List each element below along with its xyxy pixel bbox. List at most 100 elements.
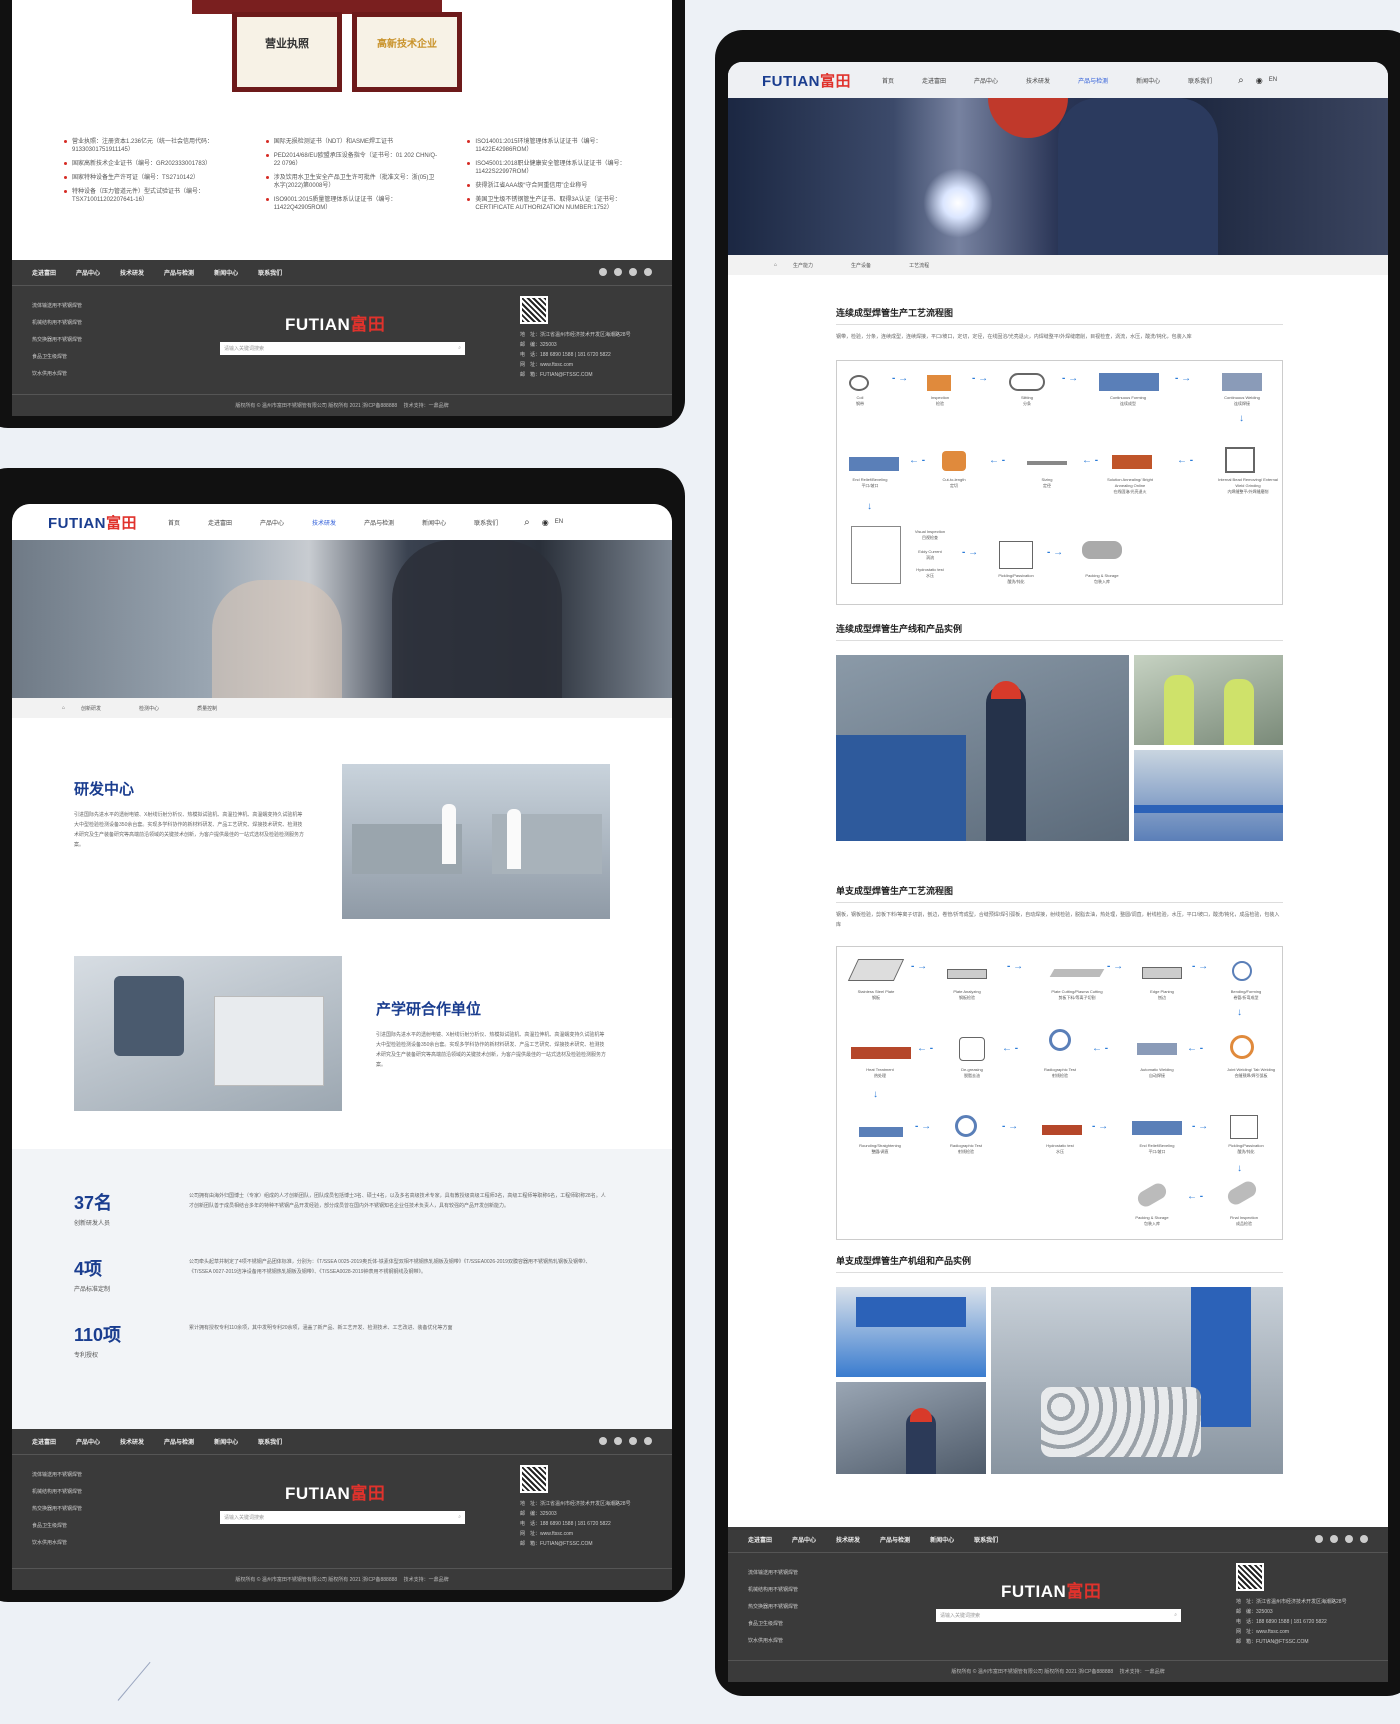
wechat-icon[interactable] (629, 1437, 637, 1445)
flow-arrow: ← - (989, 455, 1006, 466)
breadcrumb-item[interactable]: 检测中心 (139, 705, 159, 712)
footer-link[interactable]: 饮水供用水焊管 (32, 366, 82, 383)
footer-nav-item[interactable]: 产品与检测 (164, 1437, 194, 1446)
nav-item[interactable]: 联系我们 (474, 518, 498, 527)
contact-email[interactable]: 邮 箱：FUTIAN@FTSSC.COM (1236, 1637, 1347, 1647)
footer-link[interactable]: 食品卫生级焊管 (748, 1616, 798, 1633)
footer-link[interactable]: 机械结构用不锈钢焊管 (32, 315, 82, 332)
qq-icon[interactable] (644, 268, 652, 276)
footer-link[interactable]: 饮水供用水焊管 (748, 1633, 798, 1650)
home-icon[interactable]: ⌂ (774, 262, 777, 268)
footer-nav-item[interactable]: 产品中心 (792, 1535, 816, 1544)
nav-item-active[interactable]: 产品与检测 (1078, 76, 1108, 85)
footer-search-input[interactable]: 请输入关键词搜索 ⌕ (936, 1609, 1181, 1622)
footer-link[interactable]: 热交换器用不锈钢焊管 (32, 1501, 82, 1518)
footer-nav-item[interactable]: 新闻中心 (930, 1535, 954, 1544)
language-switch[interactable]: EN (1269, 77, 1277, 83)
footer-nav-item[interactable]: 走进富田 (748, 1535, 772, 1544)
contact-email[interactable]: 邮 箱：FUTIAN@FTSSC.COM (520, 1539, 631, 1549)
weibo-icon[interactable] (614, 1437, 622, 1445)
search-icon[interactable]: ⌕ (1174, 1612, 1177, 1618)
contact-email[interactable]: 邮 箱：FUTIAN@FTSSC.COM (520, 370, 631, 380)
footer-nav-item[interactable]: 产品中心 (76, 268, 100, 277)
nav-item[interactable]: 首页 (882, 76, 894, 85)
footer-nav-item[interactable]: 走进富田 (32, 1437, 56, 1446)
footer-link[interactable]: 热交换器用不锈钢焊管 (748, 1599, 798, 1616)
footer-link[interactable]: 流体输送用不锈钢焊管 (32, 298, 82, 315)
breadcrumb-item[interactable]: 生产能力 (793, 262, 813, 269)
header-logo[interactable]: FUTIAN富田 (48, 512, 168, 533)
flow-stage-icon (1027, 461, 1067, 465)
language-switch[interactable]: EN (555, 519, 563, 525)
footer-link[interactable]: 食品卫生级焊管 (32, 1518, 82, 1535)
globe-icon[interactable]: ◉ (542, 518, 549, 527)
contact-website[interactable]: 网 址：www.ftssc.com (520, 360, 631, 370)
footer-nav-item[interactable]: 联系我们 (258, 268, 282, 277)
wechat-icon[interactable] (1345, 1535, 1353, 1543)
breadcrumb-item[interactable]: 生产设备 (851, 262, 871, 269)
search-icon[interactable]: ⌕ (458, 1514, 461, 1520)
qq-icon[interactable] (1360, 1535, 1368, 1543)
footer-nav-item[interactable]: 联系我们 (258, 1437, 282, 1446)
home-icon[interactable]: ⌂ (62, 705, 65, 711)
nav-item[interactable]: 走进富田 (208, 518, 232, 527)
breadcrumb-item[interactable]: 创新研发 (81, 705, 101, 712)
flow-arrow: - → (1175, 373, 1192, 384)
nav-item[interactable]: 新闻中心 (1136, 76, 1160, 85)
weibo-icon[interactable] (614, 268, 622, 276)
footer-nav-item[interactable]: 产品与检测 (880, 1535, 910, 1544)
search-icon[interactable]: ⌕ (524, 517, 530, 528)
footer-link[interactable]: 机械结构用不锈钢焊管 (32, 1484, 82, 1501)
contact-website[interactable]: 网 址：www.ftssc.com (520, 1529, 631, 1539)
footer-nav-item[interactable]: 新闻中心 (214, 268, 238, 277)
nav-item[interactable]: 新闻中心 (422, 518, 446, 527)
breadcrumb-item[interactable]: 工艺流程 (909, 262, 929, 269)
footer-link[interactable]: 热交换器用不锈钢焊管 (32, 332, 82, 349)
stat-desc: 公司拥有由海外归国博士（专家）组成的人才创新团队，团队成员包括博士3名、硕士4名… (189, 1193, 606, 1209)
nav-item[interactable]: 走进富田 (922, 76, 946, 85)
footer-nav-item[interactable]: 技术研发 (120, 1437, 144, 1446)
mobile-icon[interactable] (599, 268, 607, 276)
footer-link[interactable]: 流体输送用不锈钢焊管 (32, 1467, 82, 1484)
header-logo[interactable]: FUTIAN富田 (762, 70, 882, 91)
footer-nav-item[interactable]: 产品中心 (76, 1437, 100, 1446)
footer-link[interactable]: 食品卫生级焊管 (32, 349, 82, 366)
flow-stage-icon (1230, 1115, 1258, 1139)
footer-search-input[interactable]: 请输入关键词搜索 ⌕ (220, 1511, 465, 1524)
nav-item-active[interactable]: 技术研发 (312, 518, 336, 527)
search-icon[interactable]: ⌕ (1238, 75, 1244, 86)
flow-arrow: ← - (1187, 1043, 1204, 1054)
nav-item[interactable]: 联系我们 (1188, 76, 1212, 85)
flow-stage-icon (1222, 373, 1262, 391)
contact-website[interactable]: 网 址：www.ftssc.com (1236, 1627, 1347, 1637)
footer-nav-item[interactable]: 新闻中心 (214, 1437, 238, 1446)
wechat-icon[interactable] (629, 268, 637, 276)
globe-icon[interactable]: ◉ (1256, 76, 1263, 85)
qq-icon[interactable] (644, 1437, 652, 1445)
flow-label: Final Inspection 成品检验 (1229, 1215, 1258, 1226)
logo-cn: 富田 (350, 315, 386, 334)
flow-stage-icon (847, 959, 905, 981)
footer-nav-item[interactable]: 联系我们 (974, 1535, 998, 1544)
weibo-icon[interactable] (1330, 1535, 1338, 1543)
footer-nav-item[interactable]: 技术研发 (836, 1535, 860, 1544)
search-icon[interactable]: ⌕ (458, 345, 461, 351)
mobile-icon[interactable] (1315, 1535, 1323, 1543)
footer-link[interactable]: 流体输送用不锈钢焊管 (748, 1565, 798, 1582)
footer-nav-item[interactable]: 走进富田 (32, 268, 56, 277)
mobile-icon[interactable] (599, 1437, 607, 1445)
nav-item[interactable]: 技术研发 (1026, 76, 1050, 85)
footer-link[interactable]: 机械结构用不锈钢焊管 (748, 1582, 798, 1599)
footer-nav-item[interactable]: 技术研发 (120, 268, 144, 277)
footer-search-input[interactable]: 请输入关键词搜索 ⌕ (220, 342, 465, 355)
nav-item[interactable]: 产品中心 (974, 76, 998, 85)
flow-arrow: - → (1007, 961, 1024, 972)
footer-nav-item[interactable]: 产品与检测 (164, 268, 194, 277)
nav-item[interactable]: 首页 (168, 518, 180, 527)
footer-link[interactable]: 饮水供用水焊管 (32, 1535, 82, 1552)
flow-label: Plate Analyzing 钢板检验 (953, 989, 981, 1000)
nav-item[interactable]: 产品中心 (260, 518, 284, 527)
certificate-business-license: 营业执照 (232, 12, 342, 92)
nav-item[interactable]: 产品与检测 (364, 518, 394, 527)
breadcrumb-item[interactable]: 质量控制 (197, 705, 217, 712)
